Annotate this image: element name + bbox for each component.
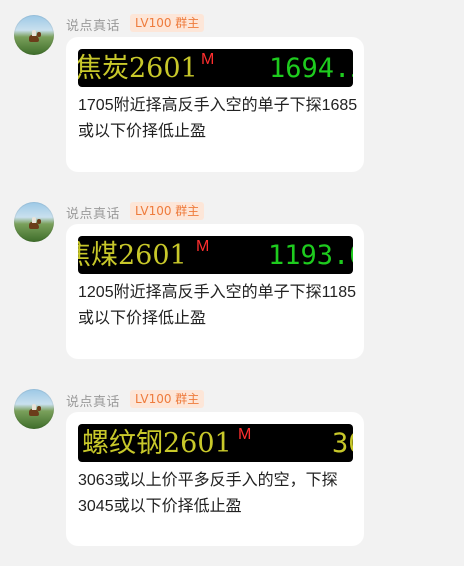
message-text: 3063或以上价平多反手入的空，下探3045或以下价择低止盈 — [78, 472, 338, 515]
level-badge: LV100 群主 — [130, 390, 205, 408]
sender-nickname[interactable]: 说点真话 — [66, 15, 120, 34]
user-avatar[interactable] — [14, 202, 54, 242]
level-badge: LV100 群主 — [130, 202, 205, 220]
ticker-image[interactable]: 焦煤2601 M 1193.0 — [78, 236, 353, 274]
ticker-price: 1694.5 — [269, 53, 353, 84]
horse-icon — [29, 219, 41, 229]
ticker-m-label: M — [238, 426, 252, 443]
ticker-image[interactable]: 焦炭2601 M 1694.5 — [78, 49, 353, 87]
rider-icon — [32, 217, 36, 223]
ticker-symbol: 焦煤2601 — [78, 240, 187, 271]
ticker-symbol: 焦炭2601 — [78, 53, 198, 84]
sender-nickname[interactable]: 说点真话 — [66, 203, 120, 222]
ticker-image[interactable]: 螺纹钢2601 M 3063 — [78, 424, 353, 462]
level-badge: LV100 群主 — [130, 14, 205, 32]
ticker-m-label: M — [201, 51, 215, 68]
horse-icon — [29, 406, 41, 416]
ticker-price: 3063 — [332, 428, 353, 459]
rider-icon — [32, 30, 36, 36]
ticker-m-label: M — [196, 238, 210, 255]
message-bubble[interactable]: 焦炭2601 M 1694.5 1705附近择高反手入空的单子下探1685或以下… — [66, 37, 364, 172]
sender-nickname[interactable]: 说点真话 — [66, 391, 120, 410]
message-text: 1205附近择高反手入空的单子下探1185或以下价择低止盈 — [78, 284, 357, 327]
user-avatar[interactable] — [14, 15, 54, 55]
user-avatar[interactable] — [14, 389, 54, 429]
message-text: 1705附近择高反手入空的单子下探1685或以下价择低止盈 — [78, 97, 358, 140]
message-bubble[interactable]: 焦煤2601 M 1193.0 1205附近择高反手入空的单子下探1185或以下… — [66, 224, 364, 359]
ticker-price: 1193.0 — [268, 240, 353, 271]
horse-icon — [29, 32, 41, 42]
rider-icon — [32, 404, 36, 410]
message-bubble[interactable]: 螺纹钢2601 M 3063 3063或以上价平多反手入的空，下探3045或以下… — [66, 412, 364, 546]
ticker-symbol: 螺纹钢2601 — [82, 428, 232, 459]
